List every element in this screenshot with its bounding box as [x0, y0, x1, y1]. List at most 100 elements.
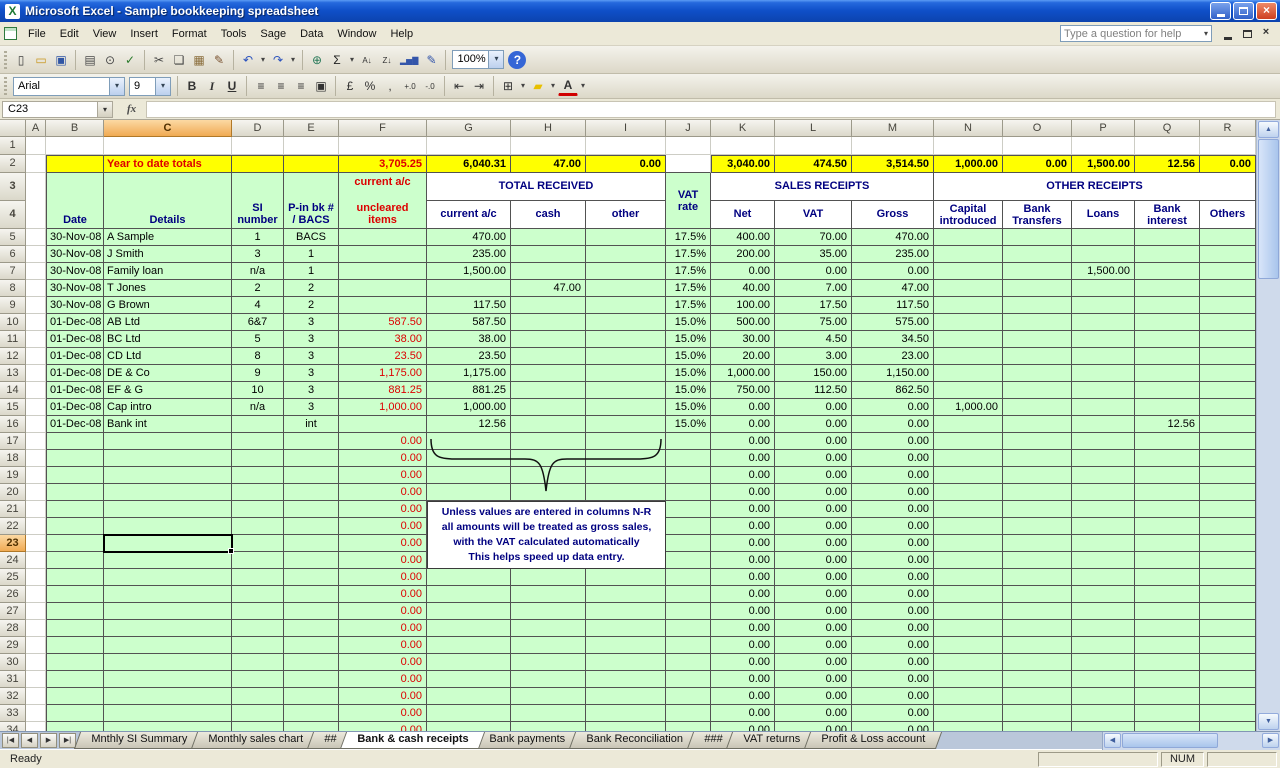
cell-I16[interactable]	[586, 416, 666, 433]
cell-C5[interactable]: A Sample	[104, 229, 232, 246]
cell-N19[interactable]	[934, 467, 1003, 484]
cell-P9[interactable]	[1072, 297, 1135, 314]
cell-D29[interactable]	[232, 637, 284, 654]
cell-K9[interactable]: 100.00	[711, 297, 775, 314]
cell-J33[interactable]	[666, 705, 711, 722]
cell-H32[interactable]	[511, 688, 586, 705]
cell-O1[interactable]	[1003, 137, 1072, 155]
cell-K25[interactable]: 0.00	[711, 569, 775, 586]
cell-B7[interactable]: 30-Nov-08	[46, 263, 104, 280]
autosum-button[interactable]: Σ	[327, 50, 347, 70]
cell-Q9[interactable]	[1135, 297, 1200, 314]
cell-P19[interactable]	[1072, 467, 1135, 484]
cell-K18[interactable]: 0.00	[711, 450, 775, 467]
cell-O10[interactable]	[1003, 314, 1072, 331]
cell-C15[interactable]: Cap intro	[104, 399, 232, 416]
cell-F32[interactable]: 0.00	[339, 688, 427, 705]
cell-P21[interactable]	[1072, 501, 1135, 518]
workbook-close-button[interactable]: ×	[1258, 26, 1274, 41]
cell-G6[interactable]: 235.00	[427, 246, 511, 263]
cell-M25[interactable]: 0.00	[852, 569, 934, 586]
cell-O30[interactable]	[1003, 654, 1072, 671]
cell-I25[interactable]	[586, 569, 666, 586]
cell-N33[interactable]	[934, 705, 1003, 722]
cell-L25[interactable]: 0.00	[775, 569, 852, 586]
cell-B24[interactable]	[46, 552, 104, 569]
cell-D34[interactable]	[232, 722, 284, 731]
cell-P18[interactable]	[1072, 450, 1135, 467]
column-header-O[interactable]: O	[1003, 120, 1072, 137]
cell-O28[interactable]	[1003, 620, 1072, 637]
cell-M29[interactable]: 0.00	[852, 637, 934, 654]
cell-Q22[interactable]	[1135, 518, 1200, 535]
spreadsheet-grid[interactable]: ABCDEFGHIJKLMNOPQR 12Year to date totals…	[0, 120, 1256, 731]
cell-A26[interactable]	[26, 586, 46, 603]
cell-G12[interactable]: 23.50	[427, 348, 511, 365]
cell-H8[interactable]: 47.00	[511, 280, 586, 297]
cell-O12[interactable]	[1003, 348, 1072, 365]
cell-O29[interactable]	[1003, 637, 1072, 654]
cell-C22[interactable]	[104, 518, 232, 535]
format-painter-button[interactable]: ✎	[209, 50, 229, 70]
cell-Q15[interactable]	[1135, 399, 1200, 416]
cell-C25[interactable]	[104, 569, 232, 586]
cell-J29[interactable]	[666, 637, 711, 654]
cell-C13[interactable]: DE & Co	[104, 365, 232, 382]
redo-button[interactable]: ↷	[268, 50, 288, 70]
cell-P33[interactable]	[1072, 705, 1135, 722]
cell-B16[interactable]: 01-Dec-08	[46, 416, 104, 433]
row-header-34[interactable]: 34	[0, 722, 26, 731]
cell-E9[interactable]: 2	[284, 297, 339, 314]
cell-J14[interactable]: 15.0%	[666, 382, 711, 399]
cell-R11[interactable]	[1200, 331, 1256, 348]
cell-I27[interactable]	[586, 603, 666, 620]
cell-R28[interactable]	[1200, 620, 1256, 637]
cell-O18[interactable]	[1003, 450, 1072, 467]
cell-K27[interactable]: 0.00	[711, 603, 775, 620]
cell-F6[interactable]	[339, 246, 427, 263]
cell-N22[interactable]	[934, 518, 1003, 535]
menu-help[interactable]: Help	[383, 25, 420, 43]
header-bank-transfers[interactable]: BankTransfers	[1003, 201, 1072, 229]
cell-H16[interactable]	[511, 416, 586, 433]
cell-J32[interactable]	[666, 688, 711, 705]
cell-N26[interactable]	[934, 586, 1003, 603]
cell-A15[interactable]	[26, 399, 46, 416]
cell-E13[interactable]: 3	[284, 365, 339, 382]
header-bank-interest[interactable]: Bankinterest	[1135, 201, 1200, 229]
cell-K12[interactable]: 20.00	[711, 348, 775, 365]
row-header-1[interactable]: 1	[0, 137, 26, 155]
row-header-25[interactable]: 25	[0, 569, 26, 586]
cell-E15[interactable]: 3	[284, 399, 339, 416]
cell-O13[interactable]	[1003, 365, 1072, 382]
cell-D30[interactable]	[232, 654, 284, 671]
cell-J30[interactable]	[666, 654, 711, 671]
cell-N10[interactable]	[934, 314, 1003, 331]
cell-M1[interactable]	[852, 137, 934, 155]
cell-C21[interactable]	[104, 501, 232, 518]
cell-H6[interactable]	[511, 246, 586, 263]
cell-A24[interactable]	[26, 552, 46, 569]
cell-Q17[interactable]	[1135, 433, 1200, 450]
cell-R27[interactable]	[1200, 603, 1256, 620]
cell-H14[interactable]	[511, 382, 586, 399]
cell-K21[interactable]: 0.00	[711, 501, 775, 518]
cell-D24[interactable]	[232, 552, 284, 569]
cell-L10[interactable]: 75.00	[775, 314, 852, 331]
cell-C8[interactable]: T Jones	[104, 280, 232, 297]
cell-D10[interactable]: 6&7	[232, 314, 284, 331]
sheet-tab-vat-returns[interactable]: VAT returns	[726, 732, 817, 749]
cell-K33[interactable]: 0.00	[711, 705, 775, 722]
cell-M12[interactable]: 23.00	[852, 348, 934, 365]
cell-K30[interactable]: 0.00	[711, 654, 775, 671]
cell-B21[interactable]	[46, 501, 104, 518]
cell-N14[interactable]	[934, 382, 1003, 399]
cell-G30[interactable]	[427, 654, 511, 671]
cell-A32[interactable]	[26, 688, 46, 705]
menu-file[interactable]: File	[21, 25, 53, 43]
header-current-ac[interactable]: current a/c	[427, 201, 511, 229]
cell-N13[interactable]	[934, 365, 1003, 382]
horizontal-scrollbar[interactable]: ◀ ▶	[1102, 732, 1280, 750]
cell-K2[interactable]: 3,040.00	[711, 155, 775, 173]
cell-G5[interactable]: 470.00	[427, 229, 511, 246]
